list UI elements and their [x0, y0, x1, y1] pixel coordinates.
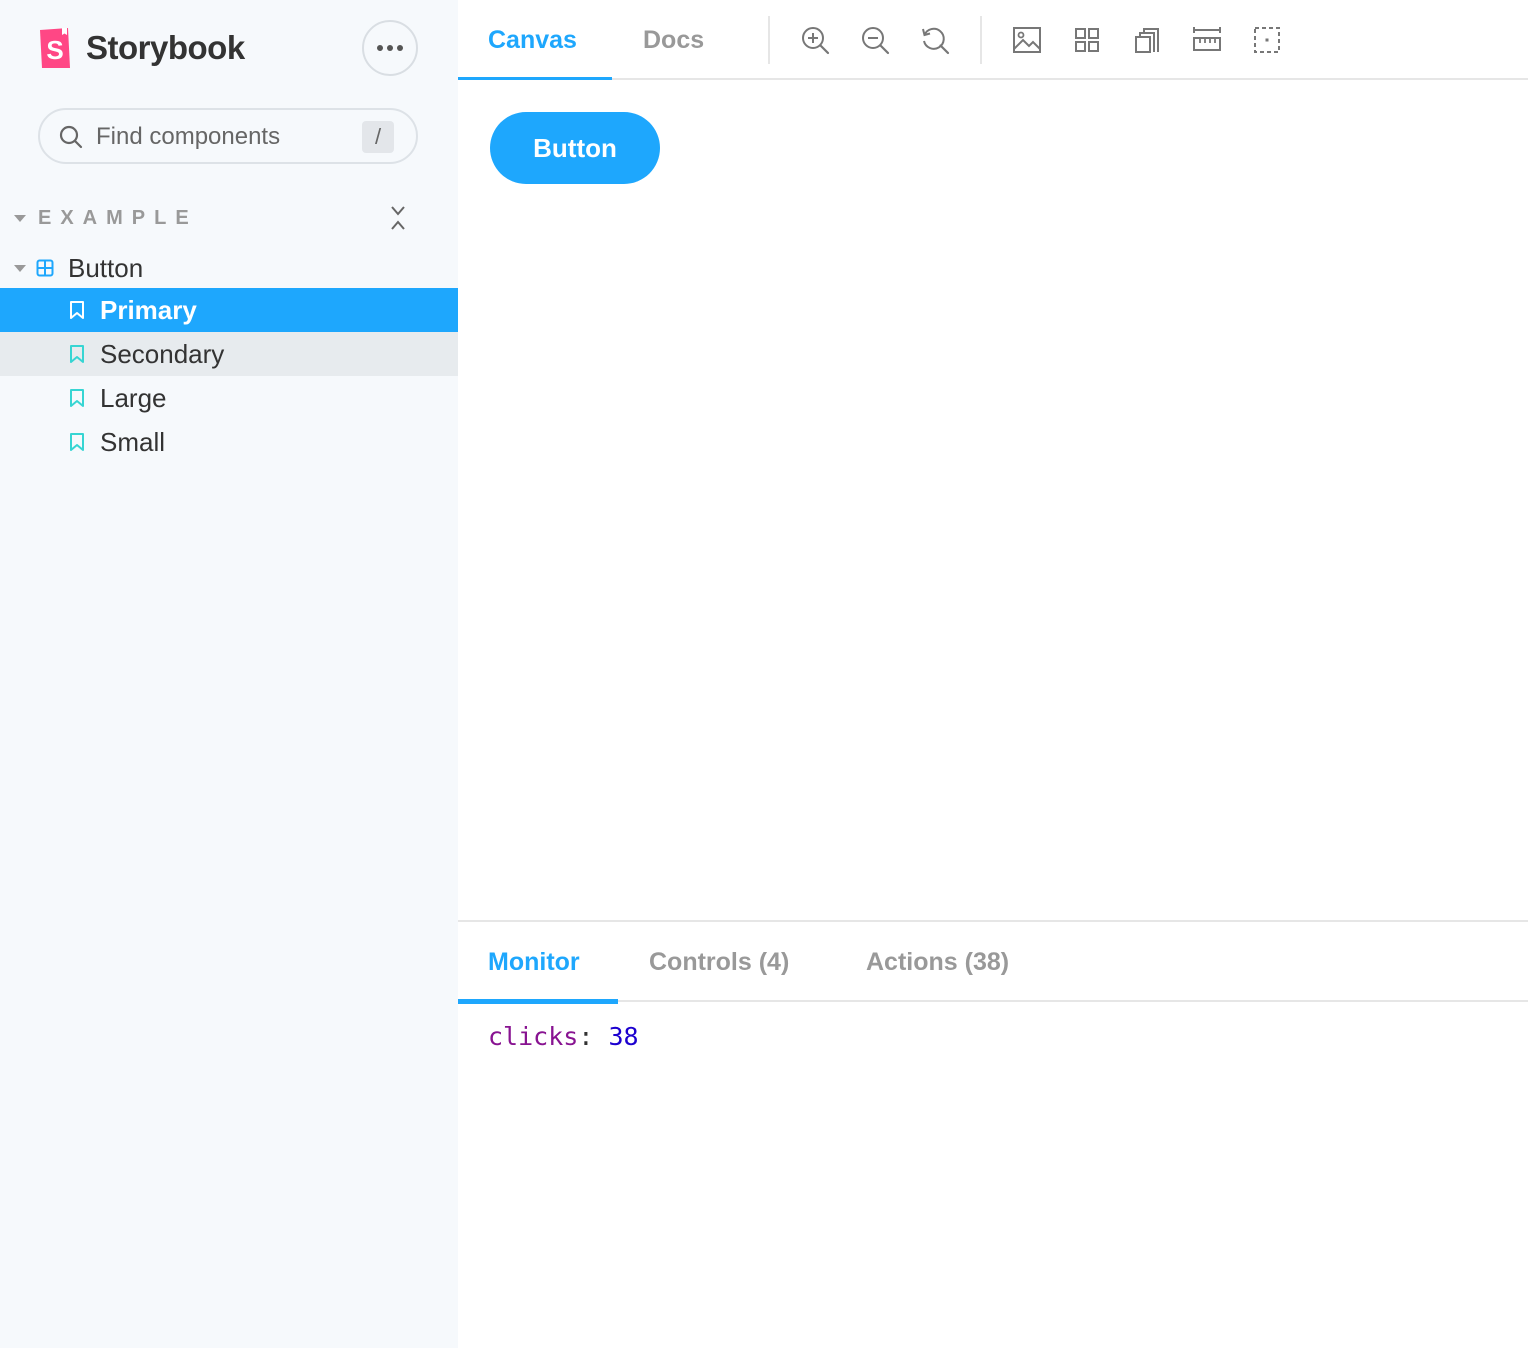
zoom-out-icon — [862, 27, 890, 55]
search-box[interactable]: / — [38, 108, 418, 164]
brand[interactable]: S Storybook — [38, 26, 245, 70]
tab-canvas[interactable]: Canvas — [458, 0, 612, 82]
story-label: Large — [100, 382, 167, 413]
storybook-logo-icon: S — [40, 28, 70, 68]
zoom-reset-button[interactable] — [919, 24, 951, 56]
tab-monitor[interactable]: Monitor — [458, 922, 618, 1004]
monitor-output: clicks: 38 — [488, 1022, 639, 1051]
background-icon — [1013, 27, 1041, 53]
sidebar-story-primary[interactable]: Primary — [0, 288, 458, 332]
search-input[interactable] — [96, 118, 356, 156]
bookmark-icon — [70, 345, 84, 363]
sidebar: S Storybook / EXAMPLE Button — [0, 0, 458, 1348]
sidebar-story-small[interactable]: Small — [0, 420, 458, 464]
measure-button[interactable] — [1191, 24, 1223, 56]
search-icon — [59, 125, 83, 149]
grid-icon — [1075, 28, 1099, 52]
more-menu-button[interactable] — [362, 20, 418, 76]
component-label: Button — [68, 252, 144, 283]
component-icon — [36, 259, 54, 277]
search-shortcut-key: / — [362, 121, 394, 153]
sidebar-item-button[interactable]: Button — [14, 250, 143, 286]
viewport-icon — [1135, 28, 1159, 53]
tab-docs[interactable]: Docs — [612, 0, 752, 80]
tab-actions[interactable]: Actions (38) — [836, 922, 1056, 1002]
zoom-reset-icon — [922, 27, 950, 55]
preview-primary-button[interactable]: Button — [490, 112, 660, 184]
bookmark-icon — [70, 389, 84, 407]
addons-panel: Monitor Controls (4) Actions (38) clicks… — [458, 920, 1528, 1348]
bookmark-icon — [70, 301, 84, 319]
story-label: Small — [100, 426, 166, 457]
collapse-all-icon[interactable] — [390, 204, 406, 232]
brand-name: Storybook — [86, 29, 245, 66]
preview-canvas: Button — [458, 80, 1528, 920]
svg-text:S: S — [46, 35, 63, 65]
story-label: Primary — [100, 294, 197, 325]
ellipsis-icon — [377, 45, 383, 51]
monitor-key: clicks — [488, 1022, 579, 1051]
outline-icon — [1254, 27, 1280, 53]
toolbar-divider — [768, 16, 770, 64]
group-header-example[interactable]: EXAMPLE — [14, 204, 414, 232]
addons-tab-bar: Monitor Controls (4) Actions (38) — [458, 922, 1528, 1004]
ellipsis-dot — [397, 45, 403, 51]
tab-controls[interactable]: Controls (4) — [618, 922, 836, 1002]
sidebar-story-secondary[interactable]: Secondary — [0, 332, 458, 376]
outline-button[interactable] — [1251, 24, 1283, 56]
sidebar-story-large[interactable]: Large — [0, 376, 458, 420]
zoom-in-button[interactable] — [799, 24, 831, 56]
ellipsis-dot — [387, 45, 393, 51]
bookmark-icon — [70, 433, 84, 451]
zoom-in-icon — [802, 27, 830, 55]
grid-button[interactable] — [1071, 24, 1103, 56]
viewport-button[interactable] — [1131, 24, 1163, 56]
measure-icon — [1193, 27, 1221, 51]
zoom-out-button[interactable] — [859, 24, 891, 56]
background-button[interactable] — [1011, 24, 1043, 56]
toolbar-divider — [980, 16, 982, 64]
monitor-separator: : — [578, 1022, 594, 1051]
story-label: Secondary — [100, 338, 225, 369]
toolbar: Canvas Docs — [458, 0, 1528, 82]
caret-down-icon — [14, 264, 26, 272]
group-label: EXAMPLE — [38, 206, 198, 229]
caret-down-icon — [14, 214, 26, 222]
monitor-value: 38 — [608, 1022, 639, 1051]
main-area: Canvas Docs Button Monitor Controls (4) … — [458, 0, 1528, 1348]
